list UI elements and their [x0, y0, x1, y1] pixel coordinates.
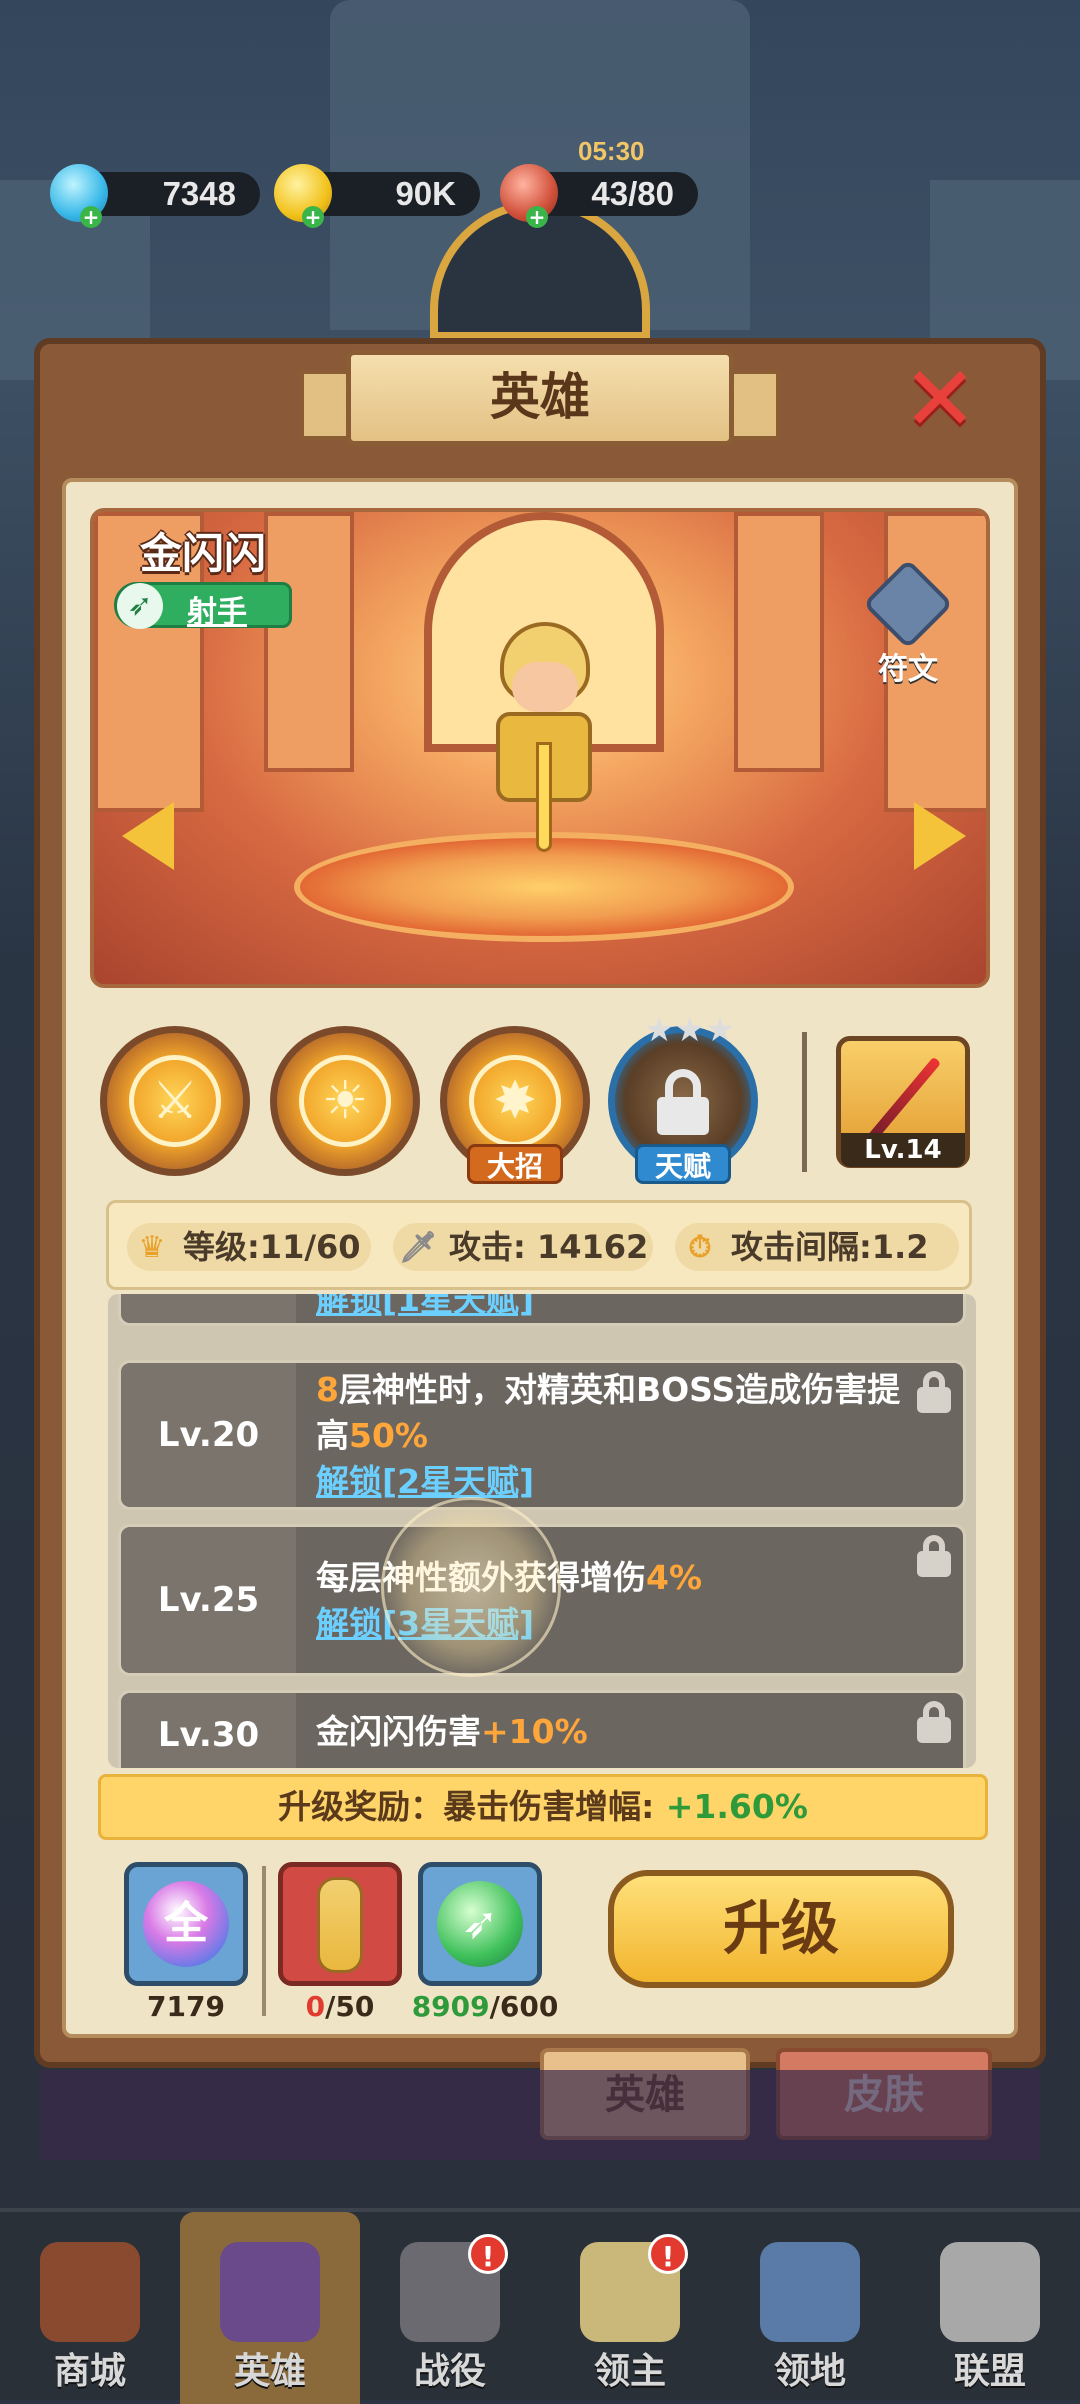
nav-label: 联盟 — [953, 2351, 1026, 2392]
nav-campaign[interactable]: ! 战役 — [360, 2212, 540, 2404]
talent-row: Lv.25 每层神性额外获得增伤4% 解锁[3星天赋] — [118, 1497, 966, 1677]
nav-label: 英雄 — [233, 2351, 306, 2392]
castle-icon — [760, 2242, 860, 2342]
talent-row-level: Lv.30 — [121, 1693, 296, 1768]
rune-label: 符文 — [878, 652, 938, 687]
interval-stat-text: 攻击间隔:1.2 — [731, 1228, 929, 1266]
archer-bow-icon: ➶ — [437, 1881, 523, 1967]
talent-row-level: Lv.25 — [121, 1527, 296, 1673]
items-divider — [262, 1866, 266, 2016]
talent-tag: 天赋 — [635, 1144, 731, 1184]
talent-unlock-link[interactable]: 解锁[2星天赋] — [316, 1459, 534, 1505]
weapon-slot[interactable]: Lv.14 — [836, 1036, 970, 1168]
bottom-navigation: 商城 英雄 ! 战役 ! 领主 领地 联盟 — [0, 2208, 1080, 2404]
rune-button[interactable]: 符文 — [858, 558, 958, 687]
all-orb-count: 7179 — [147, 1990, 225, 2023]
bow-icon: ➶ — [117, 583, 163, 629]
nav-label: 领主 — [593, 2351, 666, 2392]
nav-label: 领地 — [773, 2351, 846, 2392]
hero-portrait-icon — [317, 1877, 363, 1973]
nav-label: 商城 — [53, 2351, 126, 2392]
talent-list[interactable]: 解锁[1星天赋] Lv.20 8层神性时，对精英和BOSS造成伤害提高50% 解… — [108, 1294, 976, 1768]
crown-icon: ♛ — [138, 1230, 166, 1265]
nav-shop[interactable]: 商城 — [0, 2212, 180, 2404]
level-stat: ♛ 等级:11/60 — [127, 1223, 371, 1271]
pillar-mid-left — [264, 512, 354, 772]
hero-class-label: 射手 — [187, 595, 247, 630]
talent-unlock-link[interactable]: 解锁[1星天赋] — [316, 1294, 534, 1323]
archer-token-count: 8909/600 — [411, 1990, 559, 2023]
nav-heroes[interactable]: 英雄 — [180, 2212, 360, 2404]
next-hero-arrow-icon[interactable] — [914, 802, 966, 870]
hero-sprite — [486, 622, 602, 852]
close-x-icon[interactable]: ✕ — [900, 355, 980, 445]
level-stat-text: 等级:11/60 — [183, 1228, 361, 1266]
gems-add-button[interactable]: + — [80, 206, 102, 228]
talent-row-level: Lv.20 — [121, 1363, 296, 1507]
lord-alert-badge: ! — [648, 2234, 688, 2274]
hero-cards-background — [40, 2070, 1040, 2160]
talent-row-partial: 解锁[1星天赋] — [118, 1294, 966, 1326]
rainbow-orb-icon: 全 — [143, 1881, 229, 1967]
archer-token-item[interactable]: ➶ — [418, 1862, 542, 1986]
skill-2-button[interactable]: ☀ — [270, 1026, 420, 1176]
skill-1-button[interactable]: ⚔ — [100, 1026, 250, 1176]
prev-hero-arrow-icon[interactable] — [122, 802, 174, 870]
talent-row: Lv.30 金闪闪伤害+10% — [118, 1690, 966, 1768]
knight-helmet-icon — [940, 2242, 1040, 2342]
lock-icon — [915, 1535, 953, 1579]
upgrade-button[interactable]: 升级 — [608, 1870, 954, 1988]
skills-divider — [802, 1032, 807, 1172]
sword-ring-icon: ⚔ — [129, 1055, 221, 1147]
ultimate-tag: 大招 — [467, 1144, 563, 1184]
nav-alliance[interactable]: 联盟 — [900, 2212, 1080, 2404]
pillar-mid-right — [734, 512, 824, 772]
rune-eye-icon — [862, 558, 954, 650]
hero-card-count: 0/50 — [305, 1990, 375, 2023]
reward-value: +1.60% — [665, 1787, 808, 1826]
attack-stat: 🗡 攻击: 14162 — [393, 1223, 653, 1271]
talent-row-level — [121, 1294, 296, 1323]
lock-icon — [915, 1701, 953, 1745]
shop-chest-icon — [40, 2242, 140, 2342]
talent-description: 8层神性时，对精英和BOSS造成伤害提高50% — [316, 1370, 901, 1455]
nav-lord[interactable]: ! 领主 — [540, 2212, 720, 2404]
lock-icon — [915, 1371, 953, 1415]
hero-cards-icon — [220, 2242, 320, 2342]
timer-text: 05:30 — [578, 136, 645, 166]
upgrade-reward-banner: 升级奖励：暴击伤害增幅: +1.60% — [98, 1774, 988, 1840]
tap-highlight — [381, 1497, 561, 1677]
star-icon: ★★★ — [644, 1010, 736, 1050]
stamina-add-button[interactable]: + — [526, 206, 548, 228]
weapon-level: Lv.14 — [841, 1133, 965, 1167]
talent-row: Lv.20 8层神性时，对精英和BOSS造成伤害提高50% 解锁[2星天赋] — [118, 1360, 966, 1510]
attack-stat-text: 攻击: 14162 — [449, 1228, 649, 1266]
hero-class-tag[interactable]: ➶ 射手 — [114, 582, 292, 630]
nav-label: 战役 — [413, 2351, 486, 2392]
sword-icon: 🗡 — [399, 1230, 438, 1265]
lock-icon — [653, 1069, 713, 1135]
sun-icon: ☀ — [299, 1055, 391, 1147]
hero-card-item[interactable] — [278, 1862, 402, 1986]
gold-add-button[interactable]: + — [302, 206, 324, 228]
all-orb-item[interactable]: 全 — [124, 1862, 248, 1986]
nav-territory[interactable]: 领地 — [720, 2212, 900, 2404]
interval-stat: ⏱ 攻击间隔:1.2 — [675, 1223, 959, 1271]
talent-description: 金闪闪伤害+10% — [316, 1712, 588, 1751]
campaign-alert-badge: ! — [468, 2234, 508, 2274]
ultimate-burst-icon: ✸ — [469, 1055, 561, 1147]
stopwatch-icon: ⏱ — [688, 1230, 712, 1265]
panel-title: 英雄 — [346, 350, 734, 446]
reward-label: 升级奖励：暴击伤害增幅: — [278, 1787, 666, 1826]
stats-bar: ♛ 等级:11/60 🗡 攻击: 14162 ⏱ 攻击间隔:1.2 — [106, 1200, 972, 1290]
hero-name: 金闪闪 — [140, 529, 267, 578]
